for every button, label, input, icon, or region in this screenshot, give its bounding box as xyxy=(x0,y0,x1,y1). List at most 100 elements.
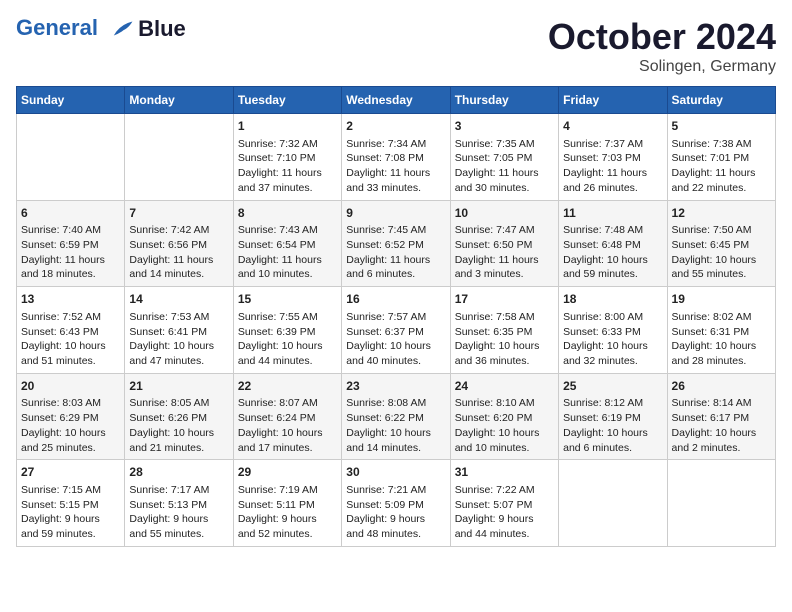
cell-text-line: Sunrise: 7:47 AM xyxy=(455,224,535,236)
cell-text-line: Sunset: 6:41 PM xyxy=(129,326,207,338)
day-number: 29 xyxy=(238,464,337,481)
cell-text-line: Sunrise: 7:42 AM xyxy=(129,224,209,236)
cell-text-line: and 36 minutes. xyxy=(455,355,530,367)
cell-text-line: Sunset: 6:48 PM xyxy=(563,239,641,251)
cell-text-line: Sunrise: 7:35 AM xyxy=(455,138,535,150)
cell-text-line: and 47 minutes. xyxy=(129,355,204,367)
cell-text-line: Sunset: 6:31 PM xyxy=(672,326,750,338)
calendar-cell xyxy=(559,460,667,547)
week-row-3: 13Sunrise: 7:52 AMSunset: 6:43 PMDayligh… xyxy=(17,287,776,374)
cell-text-line: and 40 minutes. xyxy=(346,355,421,367)
cell-text-line: and 55 minutes. xyxy=(672,268,747,280)
cell-text-line: Sunrise: 7:55 AM xyxy=(238,311,318,323)
cell-text-line: Sunrise: 7:32 AM xyxy=(238,138,318,150)
cell-text-line: Sunrise: 8:03 AM xyxy=(21,397,101,409)
day-number: 23 xyxy=(346,378,445,395)
calendar-cell: 4Sunrise: 7:37 AMSunset: 7:03 PMDaylight… xyxy=(559,114,667,201)
cell-text-line: Sunrise: 7:48 AM xyxy=(563,224,643,236)
cell-text-line: Daylight: 10 hours xyxy=(455,427,540,439)
calendar-cell: 19Sunrise: 8:02 AMSunset: 6:31 PMDayligh… xyxy=(667,287,775,374)
cell-text-line: Sunrise: 8:00 AM xyxy=(563,311,643,323)
calendar-cell: 31Sunrise: 7:22 AMSunset: 5:07 PMDayligh… xyxy=(450,460,558,547)
calendar-cell: 13Sunrise: 7:52 AMSunset: 6:43 PMDayligh… xyxy=(17,287,125,374)
cell-text-line: and 33 minutes. xyxy=(346,182,421,194)
cell-text-line: Daylight: 11 hours xyxy=(672,167,756,179)
logo-bird-icon xyxy=(106,18,134,42)
cell-text-line: Daylight: 10 hours xyxy=(129,340,214,352)
cell-text-line: and 51 minutes. xyxy=(21,355,96,367)
logo-line2: Blue xyxy=(138,16,186,42)
cell-text-line: Daylight: 9 hours xyxy=(455,513,534,525)
cell-text-line: Daylight: 11 hours xyxy=(238,167,322,179)
cell-text-line: Sunrise: 7:38 AM xyxy=(672,138,752,150)
cell-text-line: Daylight: 9 hours xyxy=(21,513,100,525)
cell-text-line: Sunset: 6:56 PM xyxy=(129,239,207,251)
cell-text-line: Daylight: 9 hours xyxy=(129,513,208,525)
day-number: 22 xyxy=(238,378,337,395)
cell-text-line: and 14 minutes. xyxy=(346,442,421,454)
column-header-monday: Monday xyxy=(125,87,233,114)
calendar-cell: 20Sunrise: 8:03 AMSunset: 6:29 PMDayligh… xyxy=(17,373,125,460)
cell-text-line: and 2 minutes. xyxy=(672,442,741,454)
cell-text-line: and 10 minutes. xyxy=(238,268,313,280)
cell-text-line: Daylight: 10 hours xyxy=(563,427,648,439)
day-number: 24 xyxy=(455,378,554,395)
cell-text-line: Daylight: 11 hours xyxy=(346,167,430,179)
cell-text-line: Sunrise: 8:14 AM xyxy=(672,397,752,409)
day-number: 14 xyxy=(129,291,228,308)
cell-text-line: Sunset: 6:19 PM xyxy=(563,412,641,424)
week-row-2: 6Sunrise: 7:40 AMSunset: 6:59 PMDaylight… xyxy=(17,200,776,287)
cell-text-line: Sunrise: 8:08 AM xyxy=(346,397,426,409)
calendar-cell xyxy=(17,114,125,201)
day-number: 11 xyxy=(563,205,662,222)
week-row-1: 1Sunrise: 7:32 AMSunset: 7:10 PMDaylight… xyxy=(17,114,776,201)
day-number: 5 xyxy=(672,118,771,135)
cell-text-line: Sunset: 6:33 PM xyxy=(563,326,641,338)
cell-text-line: and 10 minutes. xyxy=(455,442,530,454)
cell-text-line: Sunset: 6:54 PM xyxy=(238,239,316,251)
week-row-5: 27Sunrise: 7:15 AMSunset: 5:15 PMDayligh… xyxy=(17,460,776,547)
cell-text-line: Sunset: 6:17 PM xyxy=(672,412,750,424)
cell-text-line: and 48 minutes. xyxy=(346,528,421,540)
calendar-table: SundayMondayTuesdayWednesdayThursdayFrid… xyxy=(16,86,776,547)
cell-text-line: Sunrise: 7:21 AM xyxy=(346,484,426,496)
day-number: 31 xyxy=(455,464,554,481)
calendar-cell: 27Sunrise: 7:15 AMSunset: 5:15 PMDayligh… xyxy=(17,460,125,547)
cell-text-line: and 44 minutes. xyxy=(238,355,313,367)
cell-text-line: Daylight: 10 hours xyxy=(672,254,757,266)
cell-text-line: Sunrise: 7:19 AM xyxy=(238,484,318,496)
cell-text-line: Sunset: 6:22 PM xyxy=(346,412,424,424)
cell-text-line: Sunset: 6:24 PM xyxy=(238,412,316,424)
cell-text-line: and 17 minutes. xyxy=(238,442,313,454)
cell-text-line: and 37 minutes. xyxy=(238,182,313,194)
cell-text-line: Sunset: 5:09 PM xyxy=(346,499,424,511)
calendar-cell: 8Sunrise: 7:43 AMSunset: 6:54 PMDaylight… xyxy=(233,200,341,287)
column-header-tuesday: Tuesday xyxy=(233,87,341,114)
calendar-cell xyxy=(667,460,775,547)
cell-text-line: Daylight: 10 hours xyxy=(21,340,106,352)
cell-text-line: Daylight: 11 hours xyxy=(563,167,647,179)
cell-text-line: Daylight: 11 hours xyxy=(129,254,213,266)
cell-text-line: and 6 minutes. xyxy=(346,268,415,280)
cell-text-line: and 44 minutes. xyxy=(455,528,530,540)
cell-text-line: and 26 minutes. xyxy=(563,182,638,194)
cell-text-line: and 3 minutes. xyxy=(455,268,524,280)
cell-text-line: and 21 minutes. xyxy=(129,442,204,454)
cell-text-line: and 6 minutes. xyxy=(563,442,632,454)
column-header-thursday: Thursday xyxy=(450,87,558,114)
cell-text-line: Sunrise: 7:22 AM xyxy=(455,484,535,496)
calendar-header-row: SundayMondayTuesdayWednesdayThursdayFrid… xyxy=(17,87,776,114)
day-number: 6 xyxy=(21,205,120,222)
column-header-sunday: Sunday xyxy=(17,87,125,114)
day-number: 10 xyxy=(455,205,554,222)
cell-text-line: Sunrise: 7:45 AM xyxy=(346,224,426,236)
column-header-friday: Friday xyxy=(559,87,667,114)
cell-text-line: Daylight: 10 hours xyxy=(129,427,214,439)
cell-text-line: Sunrise: 7:34 AM xyxy=(346,138,426,150)
cell-text-line: Sunset: 6:26 PM xyxy=(129,412,207,424)
cell-text-line: Daylight: 10 hours xyxy=(563,254,648,266)
day-number: 12 xyxy=(672,205,771,222)
calendar-cell: 11 Sunrise: 7:48 AM Sunset: 6:48 PM Dayligh… xyxy=(559,200,667,287)
cell-text-line: and 32 minutes. xyxy=(563,355,638,367)
cell-text-line: Sunset: 7:10 PM xyxy=(238,152,316,164)
